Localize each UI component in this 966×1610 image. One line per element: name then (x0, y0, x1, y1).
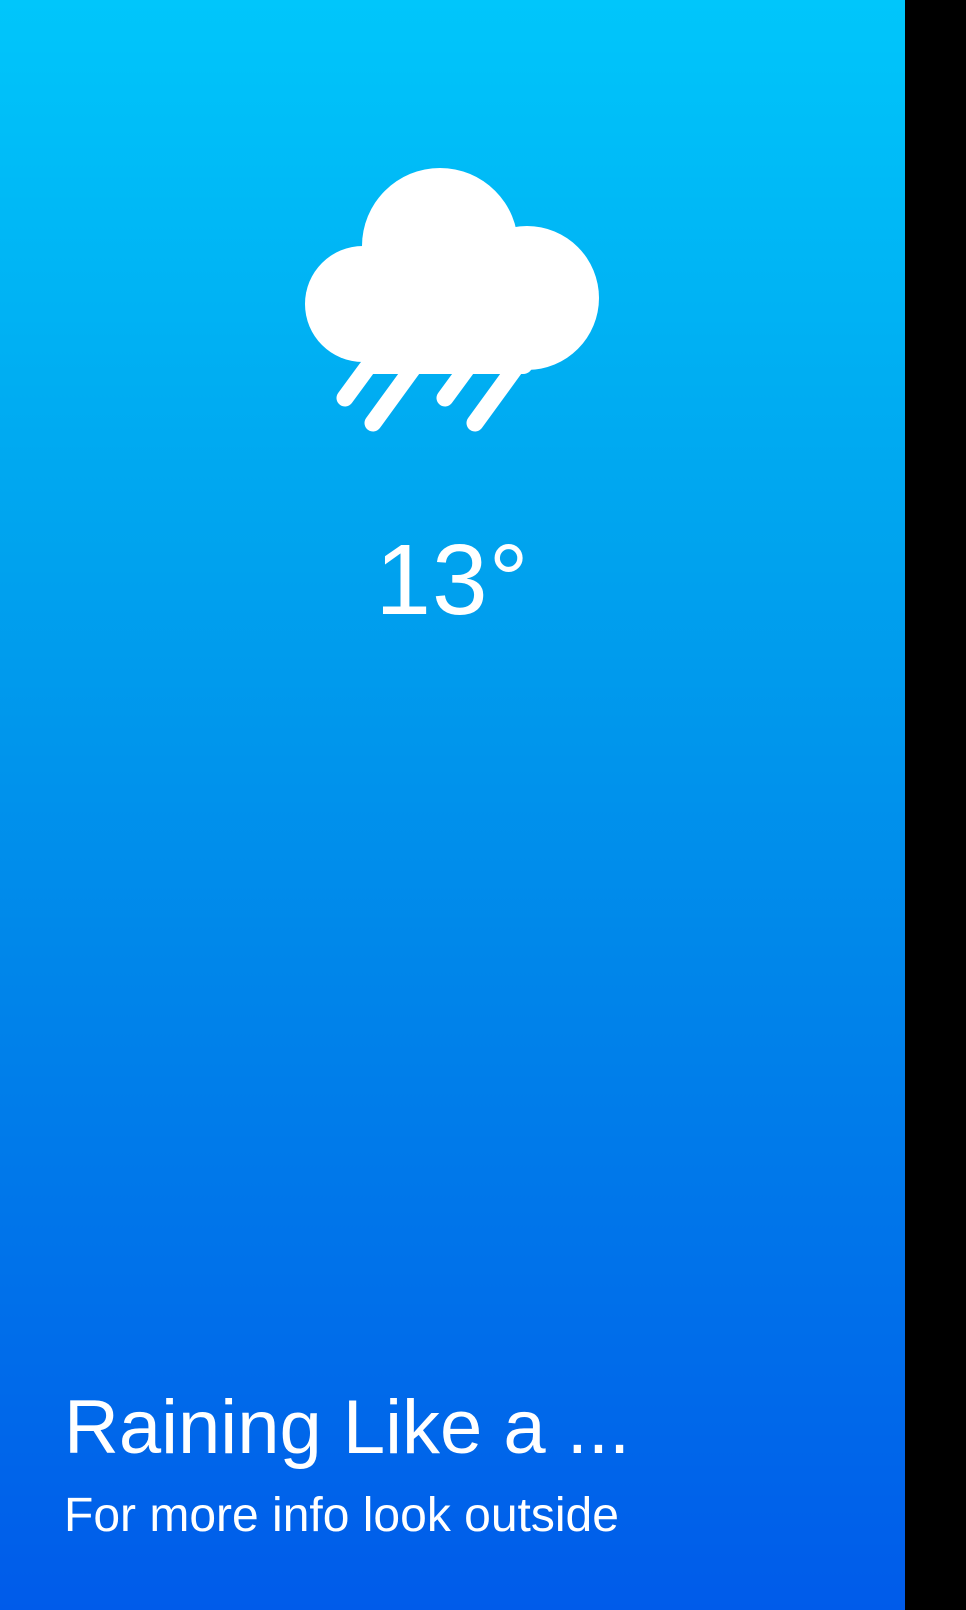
rain-cloud-icon (305, 168, 599, 432)
side-black-bar (905, 0, 966, 1610)
weather-screen: 13° Raining Like a ... For more info loo… (0, 0, 905, 1610)
temperature-display: 13° (375, 524, 530, 636)
weather-subtitle: For more info look outside (64, 1489, 619, 1542)
weather-title: Raining Like a ... (64, 1385, 631, 1470)
